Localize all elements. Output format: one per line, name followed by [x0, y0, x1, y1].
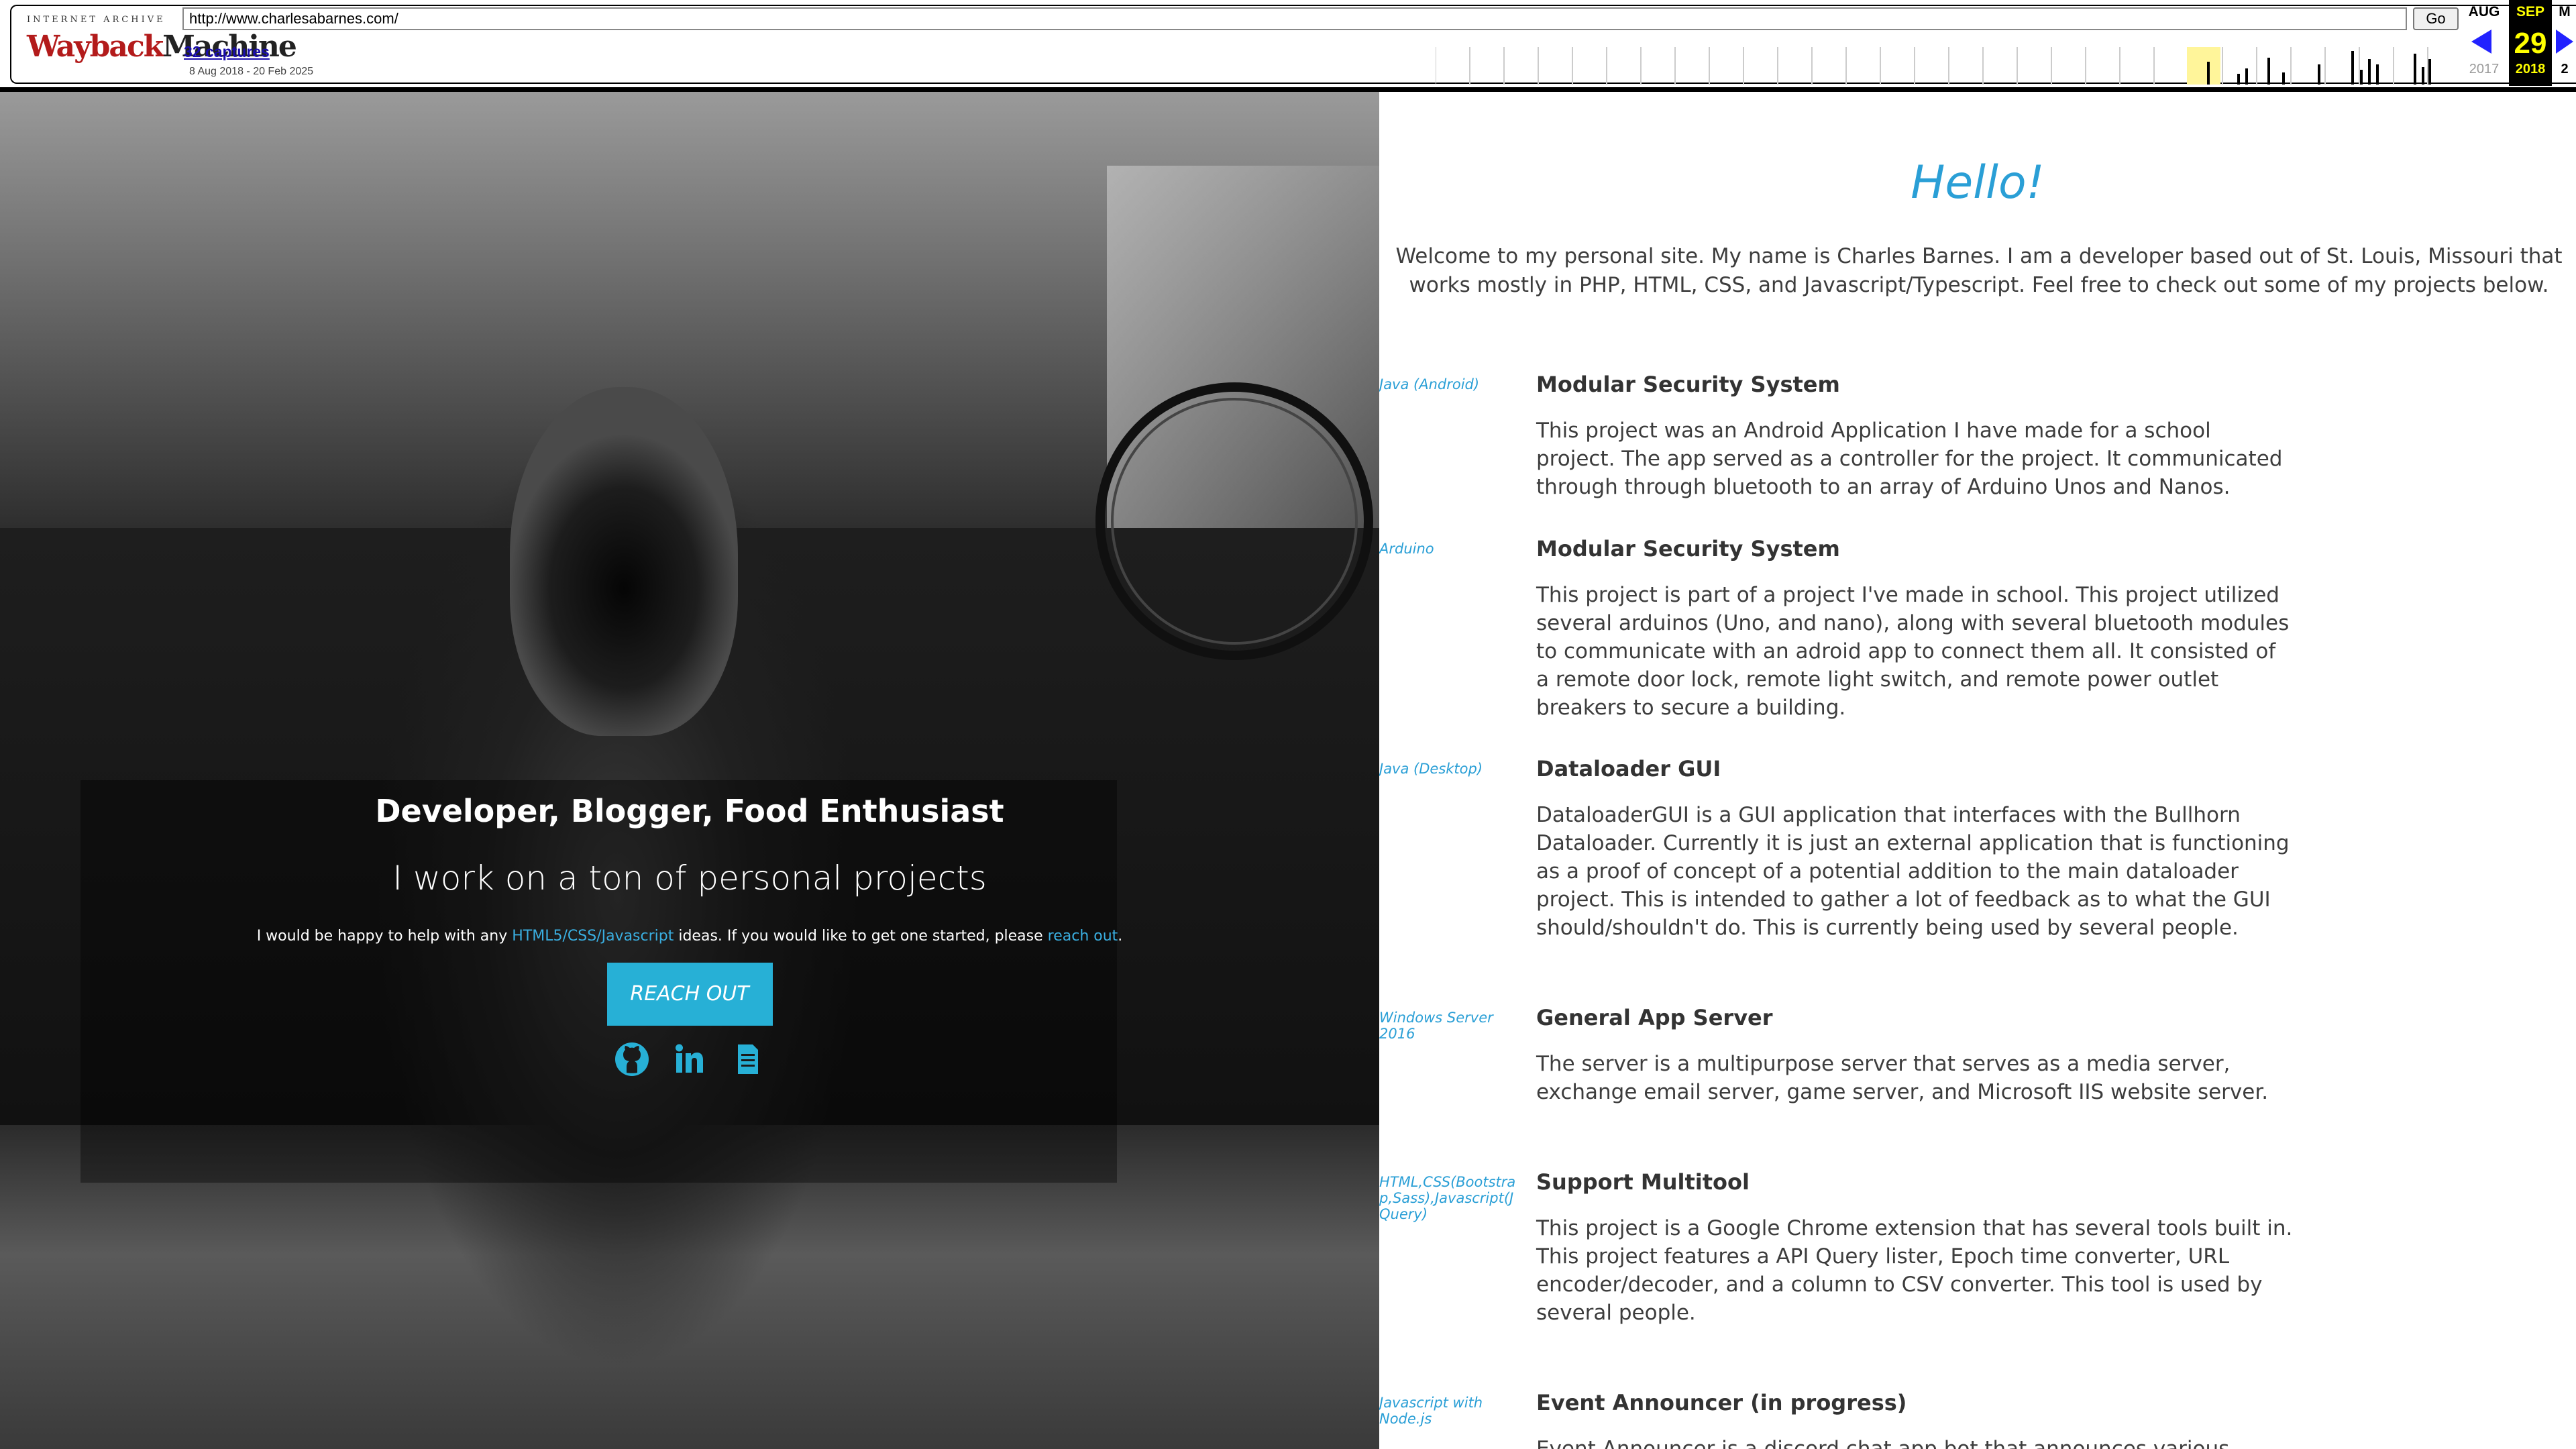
next-arrow-icon[interactable]	[2556, 30, 2573, 54]
content-pane: Hello! Welcome to my personal site. My n…	[1379, 92, 2576, 1449]
hero-section: Developer, Blogger, Food Enthusiast I wo…	[0, 92, 1379, 1449]
project-title: Event Announcer (in progress)	[1536, 1390, 1907, 1415]
sparkline-bar	[2351, 51, 2354, 85]
blurb-text-end: .	[1118, 928, 1123, 945]
intro-text: Welcome to my personal site. My name is …	[1395, 244, 2563, 297]
hello-heading: Hello!	[1911, 156, 2045, 209]
next-month-name: M	[2559, 4, 2571, 19]
reach-out-link[interactable]: reach out	[1048, 928, 1118, 945]
wayback-toolbar: INTERNET ARCHIVE WaybackMachine Go 32 ca…	[0, 0, 2576, 92]
wayback-url-input[interactable]	[182, 7, 2407, 30]
current-day: 29	[2514, 27, 2547, 60]
sparkline-bar	[2376, 64, 2379, 85]
sparkline-bar	[2414, 54, 2416, 85]
project-tech: Arduino	[1379, 541, 1434, 557]
project-description: Event Announcer is a discord chat app bo…	[1536, 1437, 2230, 1449]
calendar-nav: AUG 2017 SEP 29 2018 M 2	[2461, 0, 2576, 86]
html5-css-js-link[interactable]: HTML5/CSS/Javascript	[512, 928, 674, 945]
sparkline-bar	[2428, 59, 2431, 85]
logo-internet-archive: INTERNET ARCHIVE	[27, 15, 166, 25]
sparkline-bar	[2318, 64, 2320, 85]
project-title: Support Multitool	[1536, 1169, 1750, 1195]
project-description: The server is a multipurpose server that…	[1536, 1052, 2269, 1104]
captures-link[interactable]: 32 captures	[184, 43, 270, 61]
sparkline-bar	[2267, 58, 2270, 85]
go-button[interactable]: Go	[2413, 7, 2459, 30]
project-title: Dataloader GUI	[1536, 756, 1721, 782]
project-title: Modular Security System	[1536, 372, 1840, 397]
prev-year: 2017	[2469, 62, 2500, 76]
current-year: 2018	[2515, 62, 2546, 76]
hero-heading: Developer, Blogger, Food Enthusiast	[375, 793, 1004, 829]
sparkline-highlight	[2187, 47, 2220, 85]
project-description: This project is part of a project I've m…	[1536, 583, 2290, 720]
next-year: 2	[2561, 62, 2569, 76]
project-tech: Java (Android)	[1379, 376, 1480, 392]
document-icon[interactable]	[729, 1040, 766, 1078]
hero-photo-bicycle-wheel	[1095, 382, 1373, 660]
linkedin-icon[interactable]	[671, 1040, 708, 1078]
blurb-text-start: I would be happy to help with any	[256, 928, 513, 945]
hero-content: Developer, Blogger, Food Enthusiast I wo…	[0, 775, 1379, 1078]
sparkline-bar	[2368, 59, 2371, 85]
social-links	[0, 1040, 1379, 1078]
sparkline-bar	[2360, 70, 2363, 85]
logo-wayback: Wayback	[27, 30, 164, 64]
blurb-text-mid: ideas. If you would like to get one star…	[674, 928, 1048, 945]
prev-month-name: AUG	[2468, 4, 2500, 19]
reach-out-button[interactable]: REACH OUT	[606, 963, 773, 1026]
sparkline-bar	[2245, 68, 2248, 85]
wayback-logo[interactable]: INTERNET ARCHIVE WaybackMachine	[27, 15, 297, 68]
current-month-name: SEP	[2516, 4, 2545, 19]
hero-photo-hood	[510, 387, 738, 736]
project-tech: HTML,CSS(Bootstrap,Sass),Javascript(JQue…	[1379, 1174, 1516, 1222]
sparkline-bar	[2282, 72, 2285, 85]
github-icon[interactable]	[613, 1040, 651, 1078]
project-tech: Javascript with Node.js	[1379, 1395, 1483, 1427]
hero-subheading: I work on a ton of personal projects	[392, 859, 987, 898]
current-month: SEP 29 2018	[2509, 0, 2552, 86]
project-description: DataloaderGUI is a GUI application that …	[1536, 803, 2290, 940]
sparkline-year-dividers	[1436, 47, 2428, 85]
prev-arrow-icon[interactable]	[2471, 30, 2491, 54]
project-tech: Java (Desktop)	[1379, 761, 1483, 777]
project-tech: Windows Server 2016	[1379, 1010, 1493, 1042]
capture-date-range: 8 Aug 2018 - 20 Feb 2025	[189, 66, 314, 77]
sparkline-bar	[2207, 62, 2210, 85]
project-title: Modular Security System	[1536, 536, 1840, 561]
capture-sparkline[interactable]	[1436, 44, 2462, 85]
project-description: This project was an Android Application …	[1536, 419, 2283, 499]
prev-month[interactable]: AUG 2017	[2461, 0, 2508, 86]
sparkline-bar	[2237, 74, 2240, 85]
project-title: General App Server	[1536, 1005, 1773, 1030]
next-month[interactable]: M 2	[2553, 0, 2576, 86]
project-description: This project is a Google Chrome extensio…	[1536, 1216, 2293, 1325]
hero-blurb: I would be happy to help with any HTML5/…	[0, 926, 1379, 947]
sparkline-bars	[2207, 51, 2431, 85]
sparkline-bar	[2422, 67, 2424, 85]
